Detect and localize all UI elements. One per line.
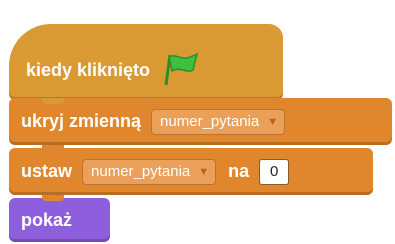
set-variable-dropdown[interactable]: numer_pytania ▼ [82,158,217,185]
set-variable-connector-label: na [228,161,250,181]
set-variable-dropdown-value: numer_pytania [91,163,191,180]
set-variable-label: ustaw [21,161,73,181]
variable-dropdown[interactable]: numer_pytania ▼ [151,108,286,135]
block-connector-notch [42,195,64,201]
dropdown-arrow-icon: ▼ [198,165,210,178]
set-variable-block[interactable]: ustaw numer_pytania ▼ na 0 [9,148,373,195]
green-flag-icon [160,52,200,88]
set-value-input[interactable]: 0 [259,158,290,185]
dropdown-arrow-icon: ▼ [267,115,279,128]
script-stack: kiedy kliknięto ukryj zmienną numer_pyta… [0,0,395,244]
when-flag-clicked-block[interactable]: kiedy kliknięto [9,24,283,100]
hat-block-label: kiedy kliknięto [26,59,151,80]
show-block[interactable]: pokaż [9,198,110,242]
block-connector-notch [42,98,64,104]
hide-variable-block[interactable]: ukryj zmienną numer_pytania ▼ [9,98,392,145]
hide-variable-label: ukryj zmienną [21,111,142,131]
show-block-label: pokaż [21,209,73,230]
variable-dropdown-value: numer_pytania [160,113,260,130]
block-connector-notch [42,145,64,151]
